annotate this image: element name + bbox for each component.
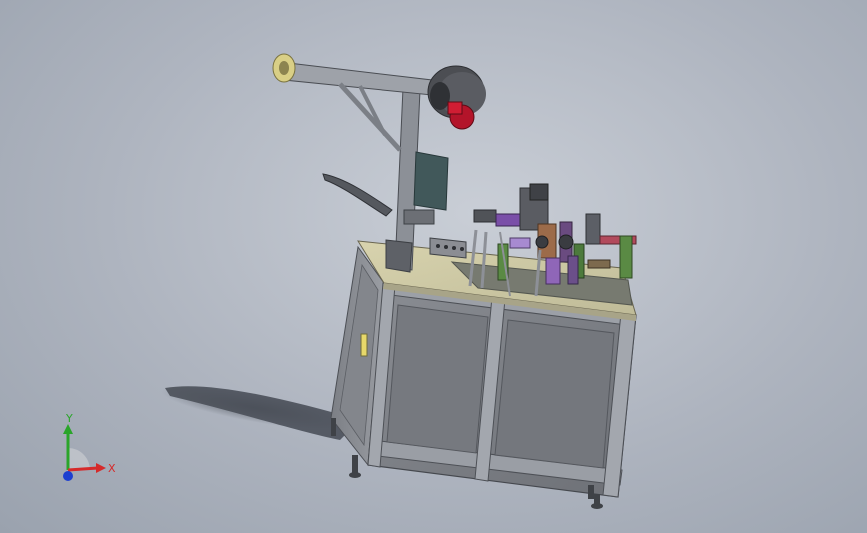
column-clamp <box>403 209 435 225</box>
door-lock <box>360 333 368 357</box>
column-base <box>385 239 413 273</box>
y-axis-arrow <box>63 424 73 434</box>
machine-3d-model[interactable] <box>0 0 867 533</box>
coordinate-triad: Y X <box>63 412 116 481</box>
x-axis-label: X <box>108 462 116 475</box>
z-axis-dot <box>63 471 73 481</box>
material-strip <box>322 173 393 217</box>
cabinet-left-door <box>386 304 489 454</box>
top-arm <box>279 61 433 96</box>
left-reel <box>272 53 296 83</box>
y-axis-label: Y <box>65 412 73 425</box>
sensor-box <box>429 237 467 259</box>
x-axis-arrow <box>96 463 106 473</box>
cabinet-right-door <box>494 319 615 469</box>
top-arm-brace <box>338 82 402 152</box>
graphics-viewport[interactable]: Y X <box>0 0 867 533</box>
x-axis-line <box>67 466 99 472</box>
column-mount-plate <box>413 151 449 211</box>
floor-shadow-soft <box>161 386 349 430</box>
triad-plane-xy <box>68 448 90 470</box>
